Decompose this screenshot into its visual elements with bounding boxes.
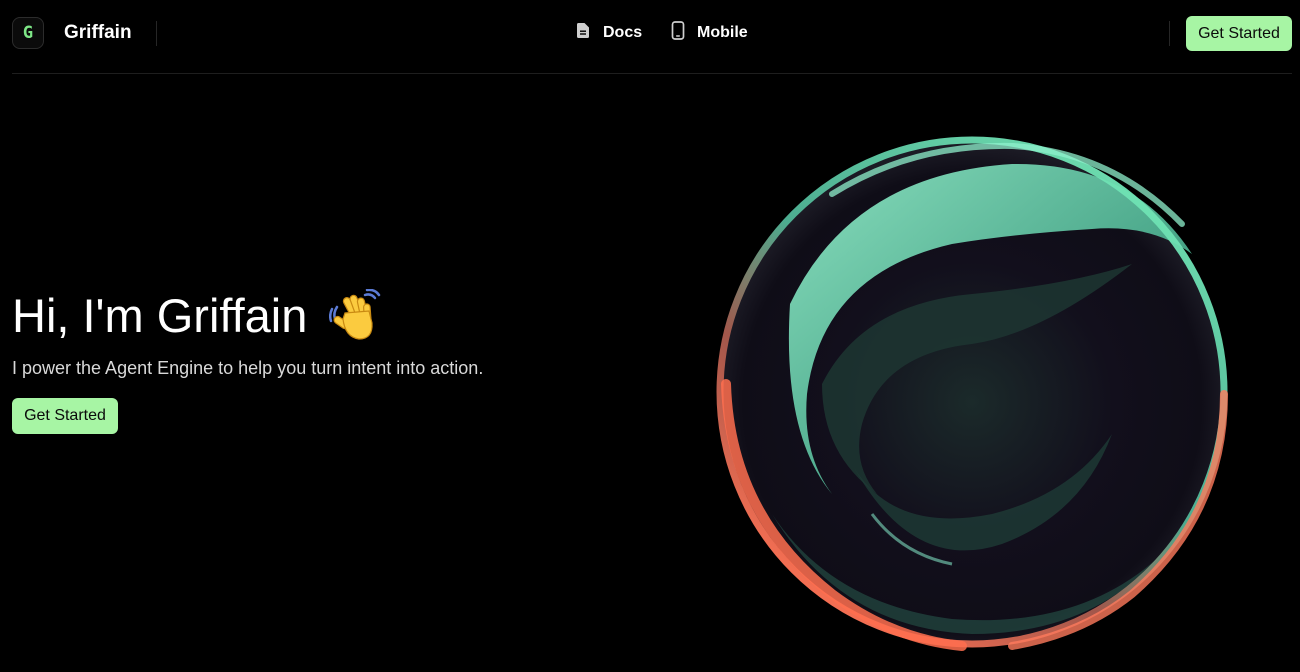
- hero-subtitle: I power the Agent Engine to help you tur…: [12, 358, 484, 378]
- nav-link-label: Mobile: [697, 24, 748, 41]
- hero-title: Hi, I'm Griffain: [12, 288, 383, 343]
- get-started-button-hero[interactable]: Get Started: [12, 398, 118, 434]
- get-started-button-nav[interactable]: Get Started: [1186, 16, 1292, 51]
- logo-letter: G: [22, 23, 34, 43]
- griffain-logo-icon[interactable]: G: [12, 17, 44, 49]
- nav-link-docs[interactable]: Docs: [575, 22, 642, 44]
- orb-illustration: [712, 134, 1232, 654]
- waving-hand-icon: [329, 288, 383, 343]
- nav-link-label: Docs: [603, 24, 643, 41]
- document-icon: [575, 22, 591, 44]
- hero-title-text: Hi, I'm Griffain: [12, 289, 308, 342]
- top-nav: G Griffain Docs Mobile Get Started: [12, 0, 1292, 74]
- nav-divider-right: [1169, 21, 1170, 46]
- mobile-phone-icon: [671, 21, 685, 45]
- nav-link-mobile[interactable]: Mobile: [671, 21, 748, 45]
- nav-divider-left: [156, 21, 157, 46]
- brand-name[interactable]: Griffain: [64, 22, 132, 44]
